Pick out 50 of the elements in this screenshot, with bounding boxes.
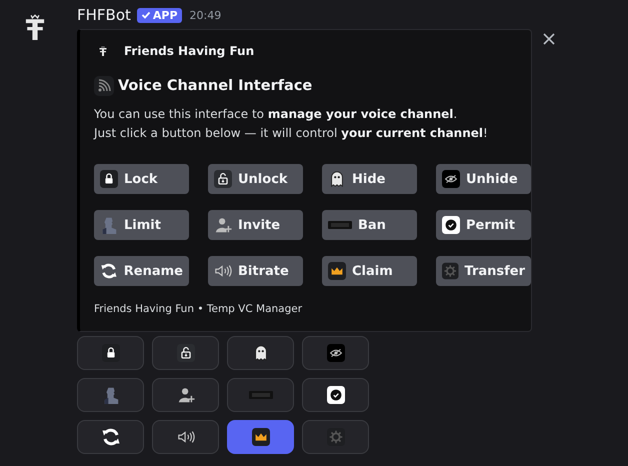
signal-icon: [94, 76, 114, 96]
command-tile: Permit: [436, 210, 531, 240]
dark-strip-icon: [328, 220, 352, 230]
command-tile: Unhide: [436, 164, 531, 194]
command-tile: Transfer: [436, 256, 531, 286]
command-tile: Ban: [322, 210, 417, 240]
ghost-icon: [328, 170, 346, 188]
refresh-icon: [100, 427, 120, 447]
unlock-icon: [176, 344, 194, 362]
icon-button[interactable]: [152, 420, 219, 454]
icon-button[interactable]: [77, 336, 144, 370]
icon-button[interactable]: [77, 420, 144, 454]
author-name[interactable]: FHFBot: [77, 6, 131, 24]
command-tile: Rename: [94, 256, 189, 286]
gear-icon: [442, 262, 458, 280]
eye-icon: [326, 344, 344, 362]
unlock-icon: [214, 170, 232, 188]
command-tile: Claim: [322, 256, 417, 286]
command-tile: Lock: [94, 164, 189, 194]
author-logo-icon: [98, 46, 108, 56]
embed-title: Voice Channel Interface: [118, 78, 312, 94]
command-tile: Limit: [94, 210, 189, 240]
command-tile: Invite: [208, 210, 303, 240]
lock-icon: [100, 170, 118, 188]
checkmark-icon: [326, 386, 344, 404]
close-icon[interactable]: [542, 32, 556, 46]
embed-footer: Friends Having Fun • Temp VC Manager: [94, 303, 515, 315]
embed-author: Friends Having Fun: [124, 44, 254, 58]
refresh-icon: [100, 261, 118, 281]
icon-button[interactable]: [302, 378, 369, 412]
app-badge: APP: [136, 8, 182, 22]
crown-icon: [252, 428, 270, 446]
icon-button[interactable]: [227, 336, 294, 370]
lock-icon: [102, 344, 120, 362]
gear-icon: [326, 428, 344, 446]
icon-button[interactable]: [227, 420, 294, 454]
add-person-icon: [214, 216, 232, 234]
icon-button[interactable]: [152, 378, 219, 412]
add-person-icon: [176, 386, 194, 404]
embed-description: You can use this interface to manage your voice channel. Just click a button below — it will control your current channel!: [94, 106, 489, 142]
timestamp: 20:49: [190, 8, 222, 22]
checkmark-icon: [442, 216, 460, 234]
command-tile: Bitrate: [208, 256, 303, 286]
crown-icon: [328, 262, 346, 280]
statue-head-icon: [102, 385, 120, 405]
eye-icon: [442, 170, 460, 188]
command-tile: Unlock: [208, 164, 303, 194]
dark-strip-icon: [248, 390, 272, 400]
statue-head-icon: [100, 215, 118, 235]
command-tile: Hide: [322, 164, 417, 194]
